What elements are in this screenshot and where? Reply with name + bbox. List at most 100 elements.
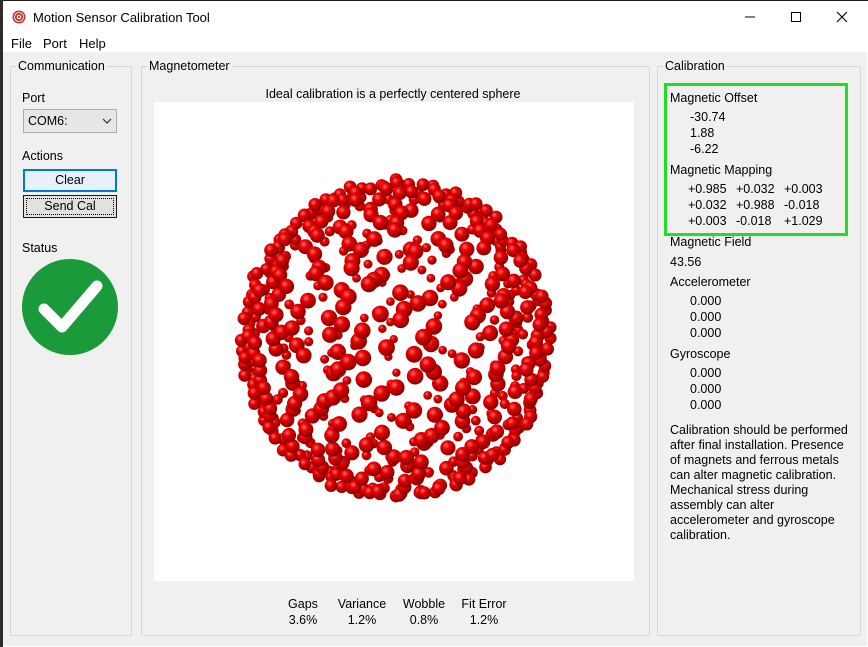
magnetometer-point bbox=[518, 284, 533, 300]
menu-bar: File Port Help bbox=[3, 32, 867, 52]
menu-help[interactable]: Help bbox=[79, 36, 106, 51]
magnetometer-point bbox=[501, 435, 515, 449]
magnetometer-point bbox=[354, 349, 372, 367]
magnetometer-point bbox=[505, 416, 520, 431]
magnetometer-sphere-cloud bbox=[234, 173, 557, 503]
title-bar[interactable]: Motion Sensor Calibration Tool bbox=[3, 1, 867, 32]
magnetometer-point bbox=[426, 273, 436, 283]
magnetometer-point bbox=[304, 337, 314, 347]
magnetometer-point bbox=[360, 275, 378, 293]
send-cal-button[interactable]: Send Cal bbox=[23, 195, 117, 218]
magnetometer-point bbox=[354, 322, 371, 339]
maximize-button[interactable] bbox=[773, 1, 819, 32]
magnetometer-point bbox=[256, 380, 271, 396]
magnetometer-point bbox=[298, 457, 311, 471]
magnetometer-point bbox=[343, 260, 360, 277]
magnetometer-point bbox=[300, 292, 316, 309]
magnetometer-point bbox=[485, 447, 500, 462]
magnetometer-point bbox=[417, 486, 431, 500]
magnetometer-point bbox=[264, 243, 278, 257]
magnetometer-point bbox=[442, 215, 458, 231]
magnetometer-point bbox=[493, 250, 509, 265]
magnetometer-point bbox=[507, 401, 522, 417]
magnetometer-point bbox=[268, 307, 284, 323]
menu-port[interactable]: Port bbox=[43, 36, 67, 51]
port-select[interactable]: COM6: bbox=[23, 109, 117, 133]
magnetometer-point bbox=[309, 227, 325, 243]
stat-fit-error-label: Fit Error bbox=[461, 597, 507, 611]
magnetometer-point bbox=[421, 215, 437, 232]
magnetometer-point bbox=[517, 329, 529, 340]
magnetometer-point bbox=[325, 441, 341, 457]
magnetometer-point bbox=[483, 394, 499, 410]
magnetometer-point bbox=[487, 409, 502, 425]
calibration-highlight-box bbox=[664, 83, 848, 236]
magnetometer-point bbox=[376, 248, 393, 265]
minimize-icon bbox=[745, 16, 755, 17]
actions-label: Actions bbox=[22, 149, 63, 163]
magnetometer-point bbox=[438, 237, 454, 254]
accelerometer-z: 0.000 bbox=[690, 326, 722, 340]
magnetometer-point bbox=[398, 449, 414, 466]
stat-wobble-value: 0.8% bbox=[409, 613, 439, 627]
magnetometer-point bbox=[277, 232, 292, 247]
magnetometer-point bbox=[397, 473, 412, 488]
stat-wobble: Wobble 0.8% bbox=[392, 596, 456, 628]
magnetometer-point bbox=[413, 454, 429, 470]
magnetometer-point bbox=[366, 231, 383, 247]
magnetometer-point bbox=[482, 325, 499, 342]
status-label: Status bbox=[22, 241, 58, 255]
magnetometer-point bbox=[417, 191, 432, 206]
magnetometer-point bbox=[432, 189, 446, 203]
magnetometer-point bbox=[317, 274, 334, 291]
magnetometer-point bbox=[372, 305, 389, 323]
magnetometer-point bbox=[386, 297, 395, 306]
magnetometer-point bbox=[476, 240, 492, 256]
minimize-button[interactable] bbox=[727, 1, 773, 32]
port-select-value: COM6: bbox=[28, 114, 68, 128]
magnetometer-point bbox=[333, 382, 350, 399]
magnetometer-point bbox=[298, 422, 314, 438]
magnetometer-point bbox=[360, 313, 369, 323]
magnetometer-group-label: Magnetometer bbox=[147, 59, 232, 73]
magnetometer-point bbox=[292, 386, 309, 402]
magnetometer-point bbox=[464, 439, 480, 454]
menu-file[interactable]: File bbox=[11, 36, 32, 51]
stat-fit-error-value: 1.2% bbox=[469, 613, 499, 627]
magnetometer-point bbox=[308, 198, 322, 212]
magnetometer-point bbox=[489, 424, 505, 440]
magnetometer-point bbox=[281, 428, 297, 443]
magnetometer-point bbox=[532, 317, 547, 332]
clear-button[interactable]: Clear bbox=[23, 169, 117, 192]
magnetometer-point bbox=[415, 328, 432, 346]
magnetometer-point bbox=[387, 413, 396, 422]
magnetometer-point bbox=[331, 416, 347, 432]
magnetometer-point bbox=[440, 440, 456, 456]
magnetometer-point bbox=[464, 314, 481, 331]
magnetometer-point bbox=[417, 265, 427, 275]
magnetometer-point bbox=[520, 417, 534, 431]
gyroscope-z: 0.000 bbox=[690, 398, 722, 412]
calibration-group-label: Calibration bbox=[663, 59, 727, 73]
magnetometer-point bbox=[304, 326, 314, 336]
magnetometer-point bbox=[489, 360, 506, 377]
magnetometer-point bbox=[474, 425, 485, 436]
magnetometer-point bbox=[404, 184, 418, 199]
stat-fit-error: Fit Error 1.2% bbox=[452, 596, 516, 628]
app-logo-icon bbox=[12, 10, 26, 24]
calibration-note: Calibration should be performed after fi… bbox=[670, 423, 848, 542]
gyroscope-x: 0.000 bbox=[690, 366, 722, 380]
magnetometer-point bbox=[523, 391, 538, 406]
stat-gaps: Gaps 3.6% bbox=[271, 596, 335, 628]
close-button[interactable] bbox=[819, 1, 865, 32]
magnetometer-point bbox=[320, 354, 330, 364]
magnetometer-point bbox=[371, 484, 385, 499]
magnetometer-point bbox=[379, 465, 395, 480]
magnetometer-point bbox=[374, 408, 384, 418]
magnetometer-point bbox=[439, 460, 454, 476]
stat-wobble-label: Wobble bbox=[402, 597, 446, 611]
magnetometer-plot[interactable] bbox=[154, 102, 634, 581]
magnetic-field-value: 43.56 bbox=[670, 255, 702, 269]
magnetometer-point bbox=[306, 246, 323, 262]
magnetometer-point bbox=[520, 300, 535, 315]
